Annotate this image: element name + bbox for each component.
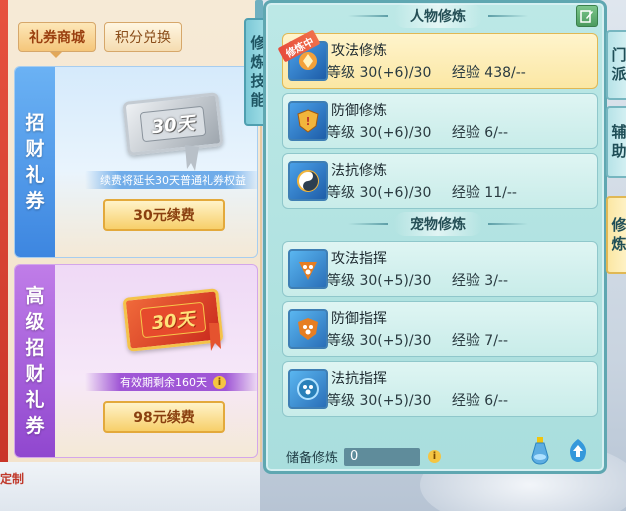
svg-text:!: ! (305, 115, 310, 128)
premium-fortune-ticket-card: 高级招财礼券 30天 有效期剩余160天 i 98元续费 (14, 264, 258, 458)
panel-red-border (0, 0, 8, 462)
fortune-ticket-card: 招财礼券 30天 续费将延长30天普通礼券权益 30元续费 (14, 66, 258, 258)
cultivation-row-pet-defense[interactable]: 防御指挥 等级 30(+5)/30 经验 7/-- (282, 301, 598, 357)
cultivation-row-defense[interactable]: ! 防御修炼 等级 30(+6)/30 经验 6/-- (282, 93, 598, 149)
exp-label: 经验 (451, 393, 480, 409)
tab-label: 辅助 (611, 123, 626, 160)
storage-label: 储备修炼 (286, 451, 339, 466)
exp-value: 7/-- (484, 333, 509, 349)
tab-cultivation[interactable]: 修炼 (606, 196, 626, 274)
storage-value: 0 (344, 447, 421, 466)
divider (488, 15, 528, 17)
upgrade-arrow-icon[interactable] (566, 437, 590, 463)
ticket-shop-panel: 礼券商城 积分兑换 招财礼券 30天 续费将延长30天普通礼券权益 30元续费 … (0, 0, 262, 462)
cultivation-panel: 人物修炼 修炼中 攻法修炼 等级 30(+6)/30 经验 438/-- ! 防… (263, 0, 607, 474)
person-cultivation-header: 人物修炼 (266, 4, 610, 28)
ticket-days-text: 30天 (139, 301, 207, 339)
custom-label: 定制 (0, 472, 25, 486)
level-label: 等级 (327, 333, 355, 349)
level-label: 等级 (327, 125, 355, 141)
card-title: 招财礼券 (25, 112, 45, 212)
section-title: 宠物修炼 (394, 212, 482, 236)
tassel-icon (209, 323, 221, 351)
silver-ticket-icon: 30天 (122, 92, 224, 156)
background-strip (0, 462, 260, 511)
storage-info-icon[interactable]: i (428, 450, 442, 463)
exp-label: 经验 (451, 333, 480, 349)
tab-label: 门派 (611, 46, 626, 83)
validity-text: 有效期剩余160天 (120, 376, 207, 389)
validity-description: 有效期剩余160天 i (85, 373, 257, 391)
cultivation-row-magic-resist[interactable]: 法抗修炼 等级 30(+6)/30 经验 11/-- (282, 153, 598, 209)
tab-ticket-shop[interactable]: 礼券商城 (18, 22, 96, 52)
renew-30-button[interactable]: 30元续费 (103, 199, 225, 231)
level-value: 30(+6)/30 (359, 65, 432, 81)
renew-98-button[interactable]: 98元续费 (103, 401, 225, 433)
level-value: 30(+6)/30 (359, 185, 432, 201)
potion-bottle-icon[interactable] (528, 435, 552, 465)
card-description: 续费将延长30天普通礼券权益 (85, 171, 257, 189)
exp-value: 11/-- (484, 185, 517, 201)
paw-defense-icon (288, 309, 328, 349)
paw-attack-icon (288, 249, 328, 289)
cultivation-row-pet-resist[interactable]: 法抗指挥 等级 30(+5)/30 经验 6/-- (282, 361, 598, 417)
exp-value: 6/-- (484, 125, 509, 141)
exp-label: 经验 (451, 273, 480, 289)
row-name: 防御指挥 (331, 311, 387, 327)
row-name: 法抗修炼 (331, 163, 387, 179)
row-stats: 等级 30(+6)/30 经验 438/-- (327, 62, 526, 82)
tab-sect[interactable]: 门派 (606, 30, 626, 100)
exp-label: 经验 (451, 65, 480, 81)
divider (488, 223, 528, 225)
row-stats: 等级 30(+5)/30 经验 7/-- (327, 330, 508, 350)
card-side-label: 招财礼券 (15, 67, 55, 257)
divider (348, 15, 388, 17)
storage-cultivation: 储备修炼 0 i (286, 447, 442, 466)
level-value: 30(+5)/30 (359, 333, 432, 349)
divider (348, 223, 388, 225)
exp-label: 经验 (451, 125, 480, 141)
edit-icon[interactable] (576, 5, 598, 27)
pet-cultivation-header: 宠物修炼 (266, 212, 610, 236)
tab-label: 修炼 (611, 216, 626, 253)
cultivation-row-attack-magic[interactable]: 修炼中 攻法修炼 等级 30(+6)/30 经验 438/-- (277, 29, 598, 89)
tab-points-exchange[interactable]: 积分兑换 (104, 22, 182, 52)
paw-resist-icon (288, 369, 328, 409)
ribbon-icon (185, 145, 199, 171)
yin-yang-icon (288, 161, 328, 201)
level-label: 等级 (327, 393, 355, 409)
level-label: 等级 (327, 65, 355, 81)
defense-shield-icon: ! (288, 101, 328, 141)
row-name: 攻法修炼 (331, 43, 387, 59)
row-stats: 等级 30(+5)/30 经验 3/-- (327, 270, 508, 290)
info-icon[interactable]: i (213, 375, 226, 389)
ticket-days-text: 30天 (139, 105, 207, 143)
row-stats: 等级 30(+5)/30 经验 6/-- (327, 390, 508, 410)
exp-value: 438/-- (484, 65, 526, 81)
level-label: 等级 (327, 273, 355, 289)
cultivation-row-pet-attack[interactable]: 攻法指挥 等级 30(+5)/30 经验 3/-- (282, 241, 598, 297)
level-value: 30(+5)/30 (359, 273, 432, 289)
row-name: 防御修炼 (331, 103, 387, 119)
section-title: 人物修炼 (394, 4, 482, 28)
active-tab-indicator (50, 52, 62, 58)
exp-label: 经验 (451, 185, 480, 201)
row-stats: 等级 30(+6)/30 经验 11/-- (327, 182, 517, 202)
row-stats: 等级 30(+6)/30 经验 6/-- (327, 122, 508, 142)
level-value: 30(+5)/30 (359, 393, 432, 409)
exp-value: 3/-- (484, 273, 509, 289)
level-label: 等级 (327, 185, 355, 201)
card-title: 高级招财礼券 (25, 285, 45, 437)
tab-assist[interactable]: 辅助 (606, 106, 626, 178)
card-side-label: 高级招财礼券 (15, 265, 55, 457)
exp-value: 6/-- (484, 393, 509, 409)
row-name: 法抗指挥 (331, 371, 387, 387)
shop-tabs: 礼券商城 积分兑换 (18, 22, 182, 52)
level-value: 30(+6)/30 (359, 125, 432, 141)
row-name: 攻法指挥 (331, 251, 387, 267)
